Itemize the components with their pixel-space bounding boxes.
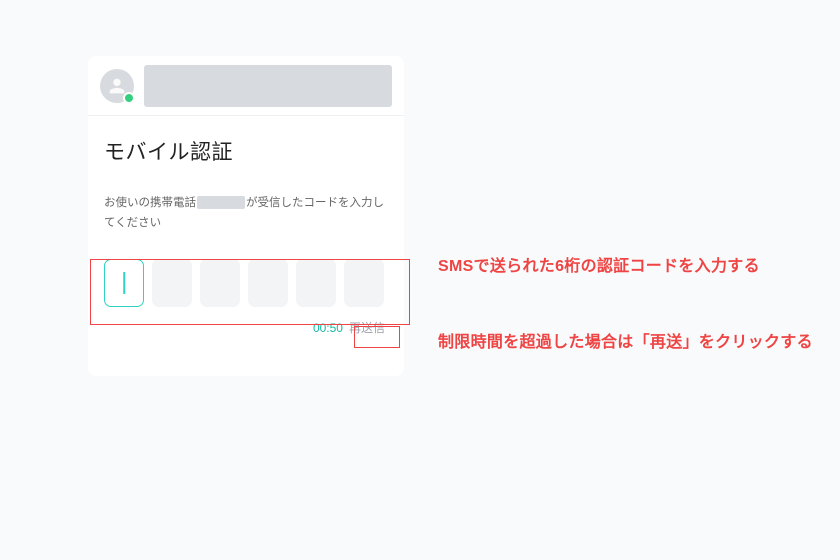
code-digit-3[interactable] [200,259,240,307]
page-title: モバイル認証 [104,136,388,166]
username-redacted [144,65,392,107]
content-area: モバイル認証 お使いの携帯電話が受信したコードを入力してください 00:50 再… [88,116,404,376]
code-digit-4[interactable] [248,259,288,307]
avatar[interactable] [100,69,134,103]
resend-button[interactable]: 再送信 [349,319,385,336]
presence-online-icon [123,92,135,104]
code-digit-1[interactable] [104,259,144,307]
code-digit-6[interactable] [344,259,384,307]
instruction-text: お使いの携帯電話が受信したコードを入力してください [104,194,388,233]
code-digit-5[interactable] [296,259,336,307]
text-caret [123,272,125,294]
header-bar [88,56,404,116]
countdown-timer: 00:50 [313,321,343,335]
code-input-row [104,259,388,307]
code-digit-2[interactable] [152,259,192,307]
mobile-verification-card: モバイル認証 お使いの携帯電話が受信したコードを入力してください 00:50 再… [88,56,404,376]
phone-number-redacted [197,196,245,209]
annotation-code-input: SMSで送られた6桁の認証コードを入力する [438,254,760,280]
annotation-resend: 制限時間を超過した場合は「再送」をクリックする [438,330,813,356]
timer-row: 00:50 再送信 [104,319,388,336]
instruction-before: お使いの携帯電話 [104,197,196,209]
